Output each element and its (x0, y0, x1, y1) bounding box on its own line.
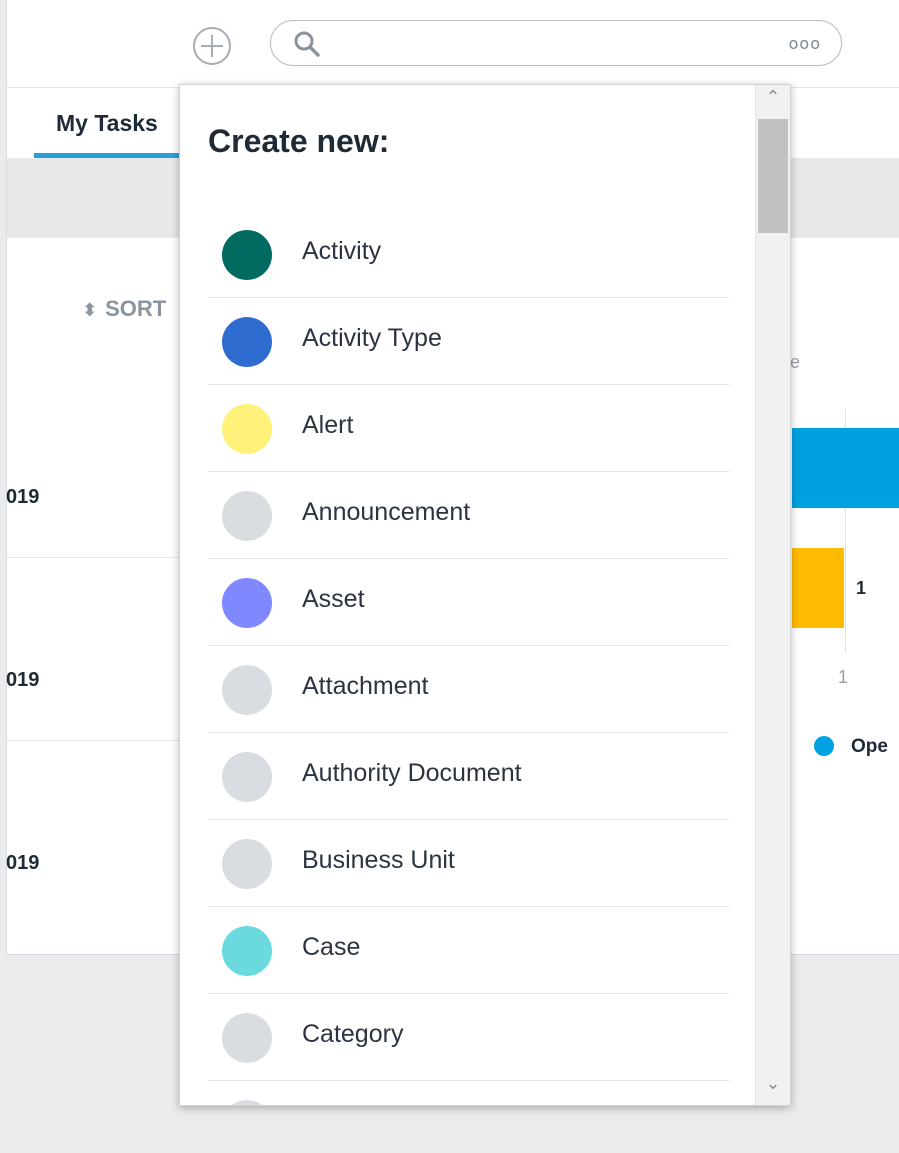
type-color-icon (222, 317, 272, 367)
type-color-icon (222, 1100, 272, 1105)
create-item-label: Announcement (302, 498, 471, 526)
sort-button[interactable]: ⬍ SORT (82, 296, 166, 322)
plus-circle-icon[interactable] (192, 26, 232, 66)
legend-dot (814, 736, 834, 756)
create-item[interactable]: Attachment (208, 646, 729, 733)
row-divider (6, 740, 180, 741)
type-color-icon (222, 752, 272, 802)
create-item[interactable]: Activity Type (208, 298, 729, 385)
tab-my-tasks[interactable]: My Tasks (34, 88, 180, 158)
search-bar[interactable]: ooo (270, 20, 842, 66)
create-item[interactable]: Alert (208, 385, 729, 472)
scroll-thumb[interactable] (758, 119, 788, 233)
create-new-dropdown: Create new: Activity Activity Type Alert An… (179, 84, 791, 1106)
row-date: 019 (6, 486, 40, 508)
type-color-icon (222, 665, 272, 715)
create-item-label: Category (302, 1020, 404, 1048)
type-color-icon (222, 404, 272, 454)
scrollbar[interactable]: ⌃ ⌄ (755, 85, 790, 1105)
create-item-label: Asset (302, 585, 365, 613)
chart-axis-label: e (790, 352, 801, 372)
chart-bar-other[interactable] (792, 548, 844, 628)
create-item[interactable]: Category (208, 994, 729, 1081)
create-item-label: Attachment (302, 672, 429, 700)
create-item-label: Case (302, 933, 361, 961)
create-item-label: Activity (302, 237, 382, 265)
tab-label: My Tasks (56, 110, 158, 136)
legend-label[interactable]: Ope (851, 736, 888, 758)
scroll-down-icon[interactable]: ⌄ (756, 1073, 790, 1103)
create-item[interactable]: Announcement (208, 472, 729, 559)
create-item-label: Activity Type (302, 324, 442, 352)
create-item[interactable]: Authority Document (208, 733, 729, 820)
create-item[interactable]: Case (208, 907, 729, 994)
type-color-icon (222, 926, 272, 976)
type-color-icon (222, 839, 272, 889)
sort-icon: ⬍ (82, 300, 98, 321)
search-icon (293, 30, 321, 63)
create-item[interactable]: Activity (208, 211, 729, 298)
more-options-icon[interactable]: ooo (789, 34, 821, 53)
create-item-partial[interactable] (208, 1081, 729, 1105)
chart-bar-value: 1 (856, 578, 867, 598)
create-item-label: Alert (302, 411, 354, 439)
type-color-icon (222, 230, 272, 280)
row-date: 019 (6, 669, 40, 691)
dropdown-title: Create new: (208, 123, 390, 159)
chart-bar-open[interactable] (792, 428, 899, 508)
sort-label: SORT (105, 296, 167, 321)
row-divider (6, 557, 180, 558)
create-item[interactable]: Asset (208, 559, 729, 646)
create-item-label: Authority Document (302, 759, 522, 787)
create-type-list: Activity Activity Type Alert Announcement As… (208, 211, 729, 1105)
create-item[interactable]: Business Unit (208, 820, 729, 907)
type-color-icon (222, 1013, 272, 1063)
scroll-up-icon[interactable]: ⌃ (756, 87, 790, 117)
row-date: 019 (6, 852, 40, 874)
type-color-icon (222, 578, 272, 628)
create-item-label: Business Unit (302, 846, 455, 874)
type-color-icon (222, 491, 272, 541)
chart-tick-label: 1 (838, 667, 849, 687)
